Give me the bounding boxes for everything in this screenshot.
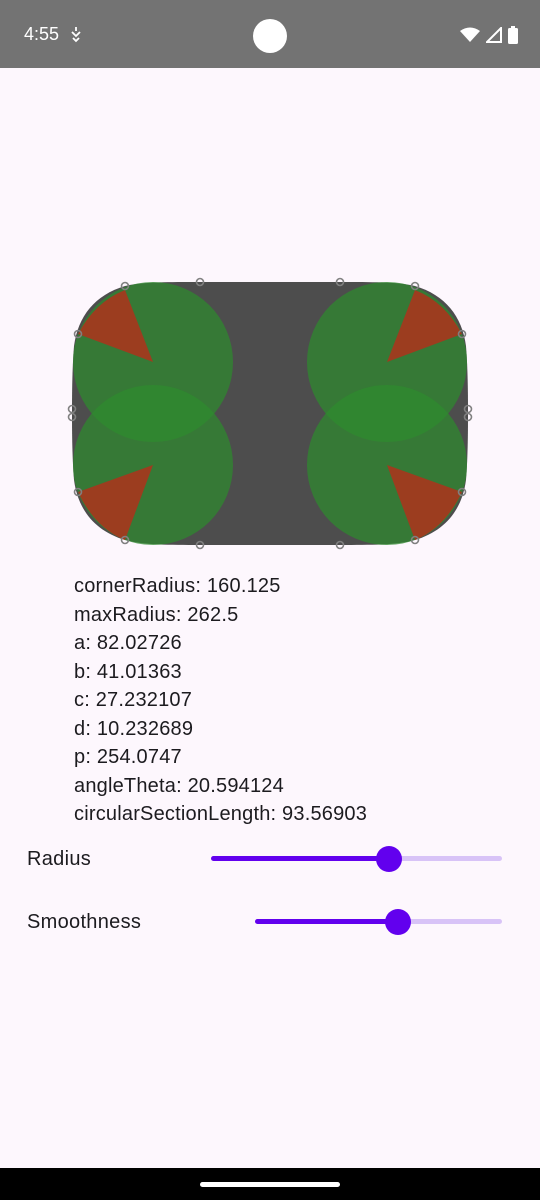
status-time: 4:55 — [24, 24, 60, 44]
shape-preview — [0, 270, 540, 560]
shape-parameters: cornerRadius: 160.125 maxRadius: 262.5 a… — [74, 572, 367, 829]
home-gesture-handle[interactable] — [200, 1182, 340, 1187]
angle-theta-readout: angleTheta: 20.594124 — [74, 774, 284, 797]
radius-slider-thumb[interactable] — [375, 845, 402, 872]
camera-cutout — [253, 19, 287, 53]
max-radius-readout: maxRadius: 262.5 — [74, 603, 239, 626]
corner-radius-readout: cornerRadius: 160.125 — [74, 575, 281, 597]
a-readout: a: 82.02726 — [74, 632, 182, 654]
status-bar: 4:55 — [0, 0, 540, 68]
p-readout: p: 254.0747 — [74, 746, 182, 768]
radius-slider-active-track — [211, 856, 389, 861]
smoothness-slider-thumb[interactable] — [385, 908, 412, 935]
battery-icon — [508, 26, 518, 44]
wifi-icon — [460, 27, 480, 42]
radius-slider-row: Radius — [0, 840, 540, 880]
smoothness-slider-active-track — [255, 919, 399, 924]
radius-slider-inactive-track — [388, 856, 502, 861]
notification-icon — [71, 27, 81, 43]
cellular-signal-icon — [486, 27, 502, 43]
circular-section-length-readout: circularSectionLength: 93.56903 — [74, 803, 368, 825]
c-readout: c: 27.232107 — [74, 689, 193, 711]
smoothness-label: Smoothness — [27, 911, 142, 933]
d-readout: d: 10.232689 — [74, 717, 194, 740]
smoothness-slider-inactive-track — [398, 919, 502, 924]
smoothness-slider-row: Smoothness — [0, 903, 540, 943]
radius-label: Radius — [27, 848, 92, 870]
navigation-bar — [0, 1168, 540, 1200]
b-readout: b: 41.01363 — [74, 660, 182, 683]
